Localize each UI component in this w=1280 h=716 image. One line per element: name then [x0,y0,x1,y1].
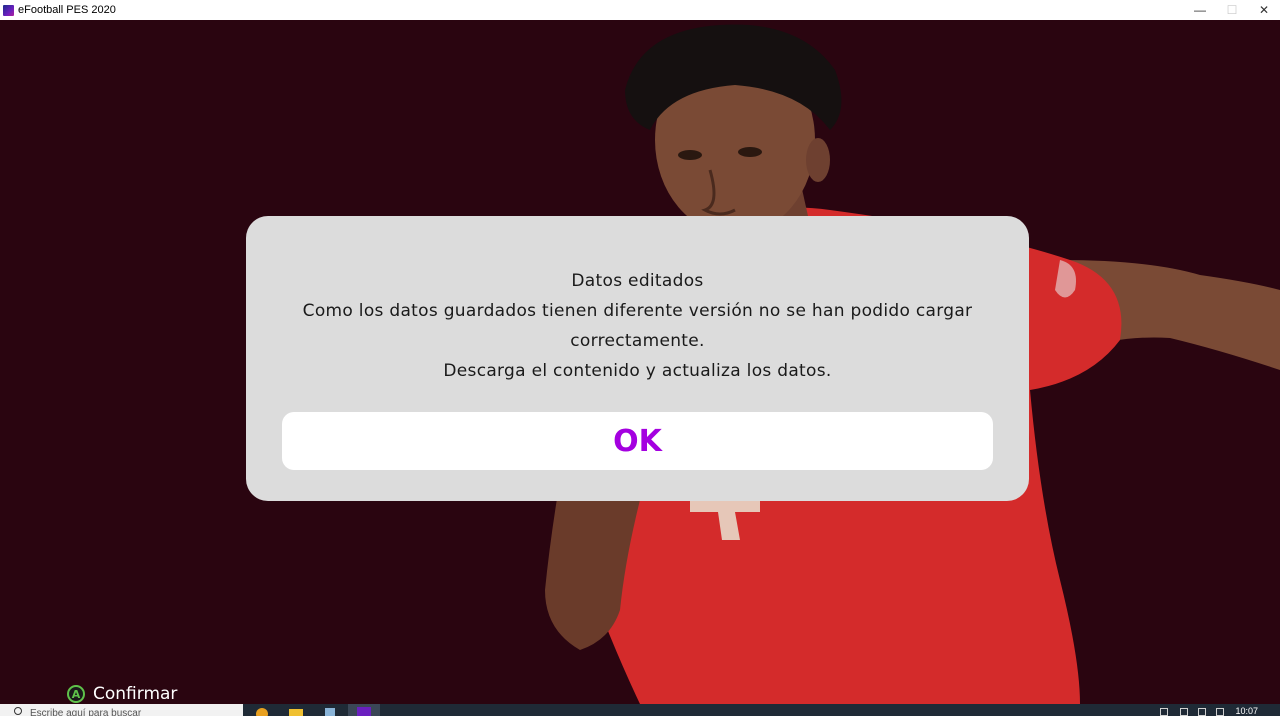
window-title: eFootball PES 2020 [18,4,116,16]
minimize-button[interactable]: — [1184,0,1216,20]
close-button[interactable]: ✕ [1248,0,1280,20]
a-button-icon: A [67,685,85,703]
taskbar-app-icon[interactable] [322,706,338,716]
chevron-up-icon[interactable] [1160,708,1168,716]
language-icon[interactable] [1216,708,1224,716]
confirm-label: Confirmar [93,684,178,704]
dialog-message-line: Descarga el contenido y actualiza los da… [443,361,832,381]
volume-icon[interactable] [1198,708,1206,716]
network-icon[interactable] [1180,708,1188,716]
taskbar: Escribe aquí para buscar 10:07 [0,704,1280,716]
window-title-bar[interactable]: eFootball PES 2020 — ☐ ✕ [0,0,1280,20]
taskbar-app-icon[interactable] [254,706,270,716]
confirm-hint[interactable]: A Confirmar [67,683,177,704]
dialog-heading: Datos editados [571,271,704,291]
pes-app-icon [357,707,371,716]
dialog-message-line: Como los datos guardados tienen diferent… [302,301,973,321]
pes-taskbar-button[interactable] [348,704,380,716]
search-icon [14,707,22,715]
maximize-button[interactable]: ☐ [1216,0,1248,20]
error-dialog: Datos editados Como los datos guardados … [246,216,1029,501]
game-screen: Datos editados Como los datos guardados … [0,20,1280,704]
app-icon [3,4,14,16]
window-controls: — ☐ ✕ [1184,0,1280,20]
dialog-message-line: correctamente. [570,331,705,351]
search-placeholder: Escribe aquí para buscar [30,708,142,716]
dialog-message: Datos editados Como los datos guardados … [246,266,1029,386]
ok-button[interactable]: OK [282,412,993,470]
taskbar-search-box[interactable]: Escribe aquí para buscar [0,704,243,716]
taskbar-clock[interactable]: 10:07 [1235,706,1258,716]
file-explorer-icon[interactable] [288,706,304,716]
